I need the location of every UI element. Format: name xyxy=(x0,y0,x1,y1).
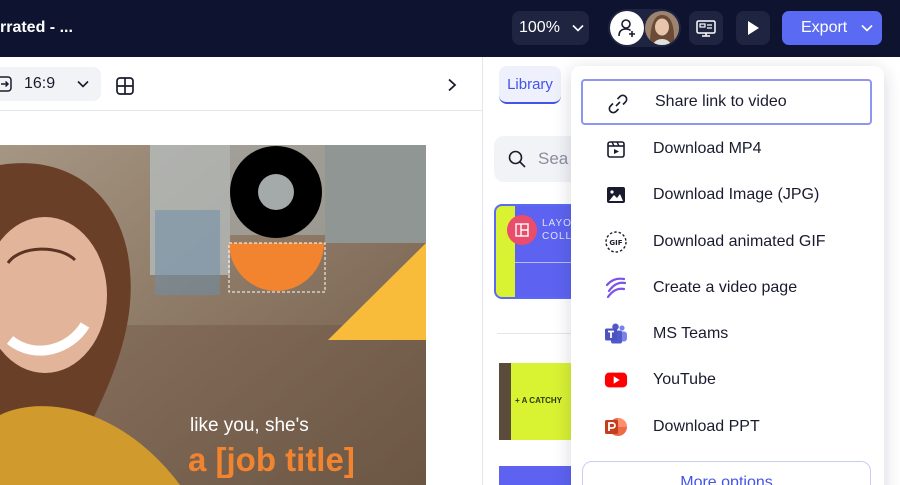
library-divider xyxy=(497,333,577,334)
search-placeholder: Sea xyxy=(538,149,569,168)
aspect-ratio-select[interactable]: 16:9 xyxy=(0,67,101,101)
export-button[interactable]: Export xyxy=(782,11,882,45)
video-page-icon xyxy=(604,276,628,300)
layout-icon xyxy=(507,215,537,245)
top-bar: rrated - ... 100% Export xyxy=(0,0,900,57)
search-icon xyxy=(508,150,526,168)
menu-item-share-link[interactable]: Share link to video xyxy=(581,79,872,125)
powerpoint-icon xyxy=(604,415,628,439)
slide-canvas[interactable]: like you, she's a [job title] xyxy=(0,145,426,485)
menu-item-youtube[interactable]: YouTube xyxy=(581,357,872,403)
menu-item-download-ppt[interactable]: Download PPT xyxy=(581,404,872,450)
add-user-icon xyxy=(618,19,635,37)
menu-item-label: YouTube xyxy=(653,371,716,388)
menu-item-download-gif[interactable]: GIF Download animated GIF xyxy=(581,219,872,265)
template-thumbnail-text: + A CATCHY xyxy=(515,396,563,405)
aspect-ratio-value: 16:9 xyxy=(24,75,56,92)
chevron-right-icon[interactable] xyxy=(445,78,459,92)
more-options-button[interactable]: More options xyxy=(582,461,871,485)
template-thumbnail[interactable]: + A CATCHY xyxy=(499,363,579,440)
menu-item-download-image[interactable]: Download Image (JPG) xyxy=(581,172,872,218)
menu-item-label: Download animated GIF xyxy=(653,233,826,250)
template-thumbnail-text: LAYO COLL xyxy=(542,218,573,242)
gif-icon: GIF xyxy=(604,230,628,254)
svg-text:GIF: GIF xyxy=(609,239,622,247)
image-icon xyxy=(604,183,628,207)
zoom-value: 100% xyxy=(519,19,560,36)
chevron-down-icon xyxy=(572,24,584,32)
avatar[interactable] xyxy=(645,11,679,45)
add-collaborator-button[interactable] xyxy=(610,11,644,45)
menu-item-label: Download PPT xyxy=(653,418,760,435)
menu-item-label: MS Teams xyxy=(653,325,729,342)
slide-subtitle[interactable]: like you, she's xyxy=(190,415,309,437)
collaborators xyxy=(608,9,681,47)
menu-item-download-mp4[interactable]: Download MP4 xyxy=(581,126,872,172)
grid-icon[interactable] xyxy=(113,74,137,98)
export-label: Export xyxy=(801,19,848,36)
template-thumbnail[interactable] xyxy=(499,466,579,485)
menu-item-label: Share link to video xyxy=(655,93,787,110)
zoom-select[interactable]: 100% xyxy=(512,11,589,45)
link-icon xyxy=(606,92,630,116)
play-icon xyxy=(748,21,759,35)
menu-item-label: Download MP4 xyxy=(653,140,762,157)
chevron-down-icon xyxy=(77,80,89,88)
panel-divider xyxy=(482,57,483,485)
ms-teams-icon xyxy=(604,322,628,346)
play-button[interactable] xyxy=(736,11,770,45)
editor-toolbar: 16:9 xyxy=(0,57,482,111)
menu-item-label: Download Image (JPG) xyxy=(653,186,820,203)
tab-library[interactable]: Library xyxy=(499,66,561,104)
more-options-label: More options xyxy=(680,474,773,485)
avatar-image xyxy=(645,11,679,45)
slide-headline[interactable]: a [job title] xyxy=(188,441,355,479)
menu-item-video-page[interactable]: Create a video page xyxy=(581,265,872,311)
presentation-icon xyxy=(696,20,716,37)
resize-icon xyxy=(0,76,12,92)
menu-item-ms-teams[interactable]: MS Teams xyxy=(581,311,872,357)
document-title[interactable]: rrated - ... xyxy=(0,19,73,37)
video-file-icon xyxy=(604,137,628,161)
menu-item-label: Create a video page xyxy=(653,279,798,296)
youtube-icon xyxy=(604,368,628,392)
present-button[interactable] xyxy=(689,11,723,45)
export-menu: Share link to video Download MP4 Downloa… xyxy=(571,66,884,485)
chevron-down-icon xyxy=(861,24,873,32)
